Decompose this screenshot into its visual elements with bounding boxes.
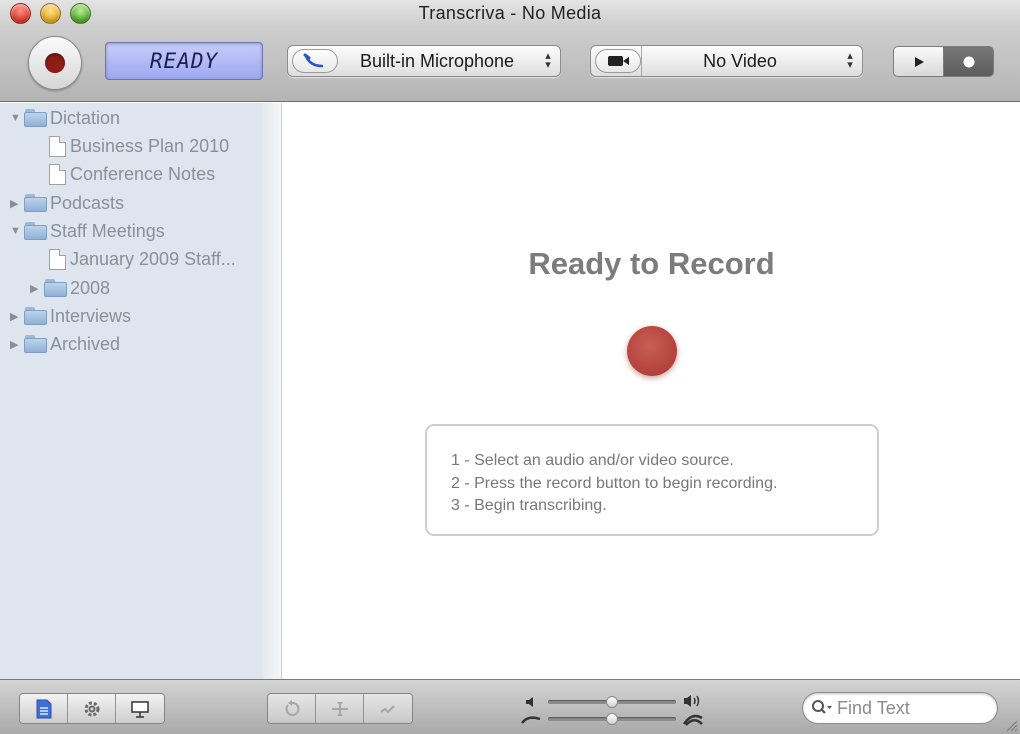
sidebar-item-business-plan-2010[interactable]: Business Plan 2010 <box>49 132 229 160</box>
rewind-button[interactable] <box>268 694 316 723</box>
source-list-sidebar: ▼ Dictation Business Plan 2010 Conferenc… <box>0 103 262 679</box>
sidebar-item-conference-notes[interactable]: Conference Notes <box>49 160 215 188</box>
record-indicator-icon[interactable] <box>627 326 677 376</box>
ready-heading: Ready to Record <box>528 246 775 281</box>
popup-arrows-icon: ▴ ▾ <box>545 50 551 71</box>
search-icon <box>812 700 832 714</box>
audio-source-select[interactable]: Built-in Microphone ▴ ▾ <box>287 45 561 77</box>
speed-slider-knob[interactable] <box>606 713 618 725</box>
settings-button[interactable] <box>68 694 116 723</box>
folder-icon <box>24 335 48 353</box>
instruction-step: 2 - Press the record button to begin rec… <box>451 474 778 492</box>
volume-low-icon <box>526 697 533 707</box>
disclosure-closed-icon[interactable]: ▶ <box>10 310 24 323</box>
document-icon <box>49 163 66 185</box>
video-source-label: No Video <box>703 50 777 71</box>
window-title: Transcriva - No Media <box>418 3 602 23</box>
sidebar-item-label: Conference Notes <box>70 163 216 184</box>
folder-icon <box>24 307 48 325</box>
sidebar-item-archived[interactable]: ▶ Archived <box>10 330 120 358</box>
sidebar-item-label: Dictation <box>50 107 121 128</box>
view-button-group <box>19 693 165 724</box>
split-view-divider[interactable] <box>262 103 282 679</box>
disclosure-open-icon[interactable]: ▼ <box>10 225 24 237</box>
folder-icon <box>24 194 48 212</box>
presentation-button[interactable] <box>116 694 164 723</box>
instruction-step: 1 - Select an audio and/or video source. <box>451 452 734 469</box>
sidebar-item-label: January 2009 Staff... <box>70 248 236 269</box>
disclosure-open-icon[interactable]: ▼ <box>10 112 24 124</box>
folder-icon <box>24 222 48 240</box>
sidebar-item-podcasts[interactable]: ▶ Podcasts <box>10 189 124 217</box>
sidebar-item-interviews[interactable]: ▶ Interviews <box>10 302 131 330</box>
record-dot-icon <box>963 56 974 67</box>
video-source-select[interactable]: No Video ▴ ▾ <box>590 45 863 77</box>
disclosure-closed-icon[interactable]: ▶ <box>10 338 24 351</box>
sidebar-item-staff-meetings[interactable]: ▼ Staff Meetings <box>10 217 165 245</box>
sidebar-item-label: Business Plan 2010 <box>70 135 230 156</box>
transcript-tools-group <box>267 693 413 724</box>
speaker-marker-icon <box>380 704 395 713</box>
mode-segmented-control <box>893 46 994 77</box>
instructions-box: 1 - Select an audio and/or video source.… <box>425 424 879 536</box>
microphone-icon <box>292 49 338 73</box>
presentation-icon <box>131 700 149 718</box>
record-dot-icon <box>45 53 65 73</box>
volume-high-icon <box>684 695 700 707</box>
rewind-icon <box>285 699 299 716</box>
timestamp-icon <box>331 701 348 716</box>
play-icon <box>914 56 924 67</box>
title-toolbar: Transcriva - No Media READY Built-in Mic… <box>0 0 1020 102</box>
instruction-step: 3 - Begin transcribing. <box>451 497 607 514</box>
status-display: READY <box>105 42 263 80</box>
speaker-marker-button[interactable] <box>364 694 412 723</box>
sidebar-item-label: 2008 <box>70 277 111 298</box>
fast-speed-icon <box>682 714 703 726</box>
video-camera-icon <box>595 49 641 73</box>
folder-icon <box>24 109 48 127</box>
gear-icon <box>84 701 99 716</box>
bottom-bar <box>0 679 1020 734</box>
find-text-field[interactable] <box>802 692 998 724</box>
document-icon <box>49 248 66 270</box>
record-button[interactable] <box>28 36 82 90</box>
sidebar-item-label: Archived <box>50 333 121 354</box>
sidebar-item-label: Staff Meetings <box>50 220 165 241</box>
find-text-input[interactable] <box>837 697 977 719</box>
slow-speed-icon <box>521 716 541 724</box>
disclosure-closed-icon[interactable]: ▶ <box>10 197 24 210</box>
play-mode-button[interactable] <box>894 47 944 76</box>
sidebar-item-label: Interviews <box>50 305 132 326</box>
record-mode-button[interactable] <box>944 47 993 76</box>
document-view-button[interactable] <box>20 694 68 723</box>
app-window: Transcriva - No Media READY Built-in Mic… <box>0 0 1020 734</box>
insert-timestamp-button[interactable] <box>316 694 364 723</box>
folder-icon <box>44 279 68 297</box>
resize-grip-icon[interactable] <box>1004 718 1018 732</box>
document-icon <box>49 135 66 157</box>
audio-source-label: Built-in Microphone <box>359 50 515 71</box>
volume-slider-knob[interactable] <box>606 696 618 708</box>
sidebar-item-2008[interactable]: ▶ 2008 <box>30 274 110 302</box>
document-icon <box>36 699 51 718</box>
playback-controls <box>518 692 708 728</box>
main-content: Ready to Record 1 - Select an audio and/… <box>283 103 1020 679</box>
sidebar-item-january-2009-staff[interactable]: January 2009 Staff... <box>49 245 236 273</box>
popup-arrows-icon: ▴ ▾ <box>847 50 853 71</box>
sidebar-item-dictation[interactable]: ▼ Dictation <box>10 104 120 132</box>
disclosure-closed-icon[interactable]: ▶ <box>30 282 44 295</box>
sidebar-item-label: Podcasts <box>50 192 125 213</box>
